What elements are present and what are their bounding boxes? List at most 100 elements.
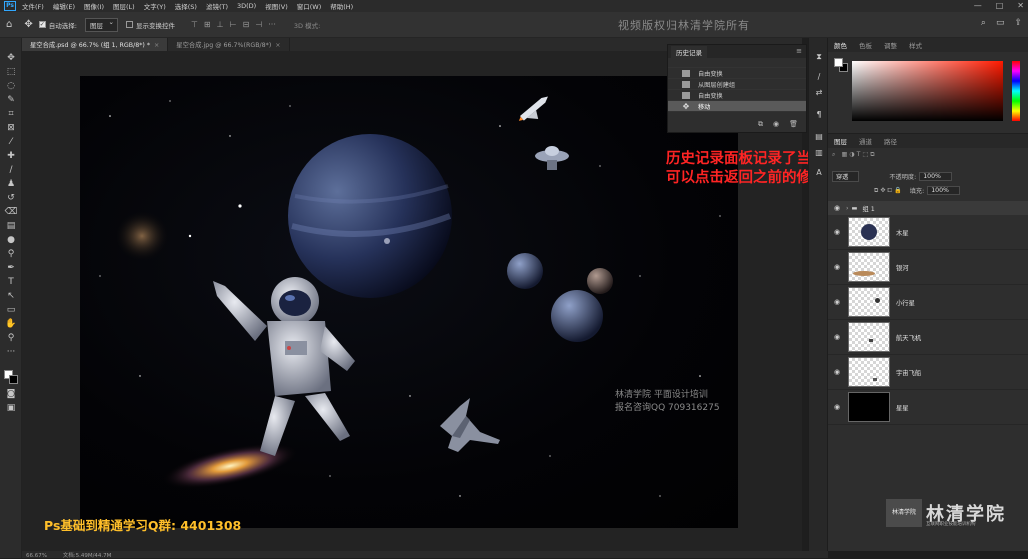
align-hcenter-icon[interactable]: ⊟ — [243, 20, 250, 29]
tab-jpg[interactable]: 星空合成.jpg @ 66.7%(RGB/8*) × — [168, 38, 290, 51]
menu-select[interactable]: 选择(S) — [175, 1, 197, 11]
align-right-icon[interactable]: ⊣ — [255, 20, 262, 29]
history-panel-icon[interactable]: ⧗ — [814, 52, 824, 62]
menu-help[interactable]: 帮助(H) — [330, 1, 353, 11]
type-tool-icon[interactable]: T — [4, 276, 18, 288]
pen-tool-icon[interactable]: ✒ — [4, 262, 18, 274]
fill-field[interactable]: 100% — [927, 186, 960, 195]
tab-color[interactable]: 颜色 — [828, 40, 853, 50]
tab-adjustments[interactable]: 调整 — [878, 40, 903, 50]
visibility-eye-icon[interactable]: ◉ — [832, 333, 842, 341]
home-icon[interactable]: ⌂ — [6, 19, 12, 30]
filter-kind-icon[interactable]: ⌕ — [832, 151, 835, 159]
layer-group-row[interactable]: ◉ › ▬ 组 1 — [828, 201, 1028, 215]
history-row-selected[interactable]: ✥ 移动 — [668, 101, 806, 112]
screen-mode-icon[interactable]: ▣ — [4, 402, 18, 414]
tab-psd[interactable]: 星空合成.psd @ 66.7% (组 1, RGB/8*) * × — [22, 38, 169, 51]
filter-icons[interactable]: ▦ ◑ T ⬚ ⧉ — [841, 151, 874, 159]
layer-row[interactable]: ◉ 宇宙飞船 — [828, 355, 1028, 390]
layer-row[interactable]: ◉ 木星 — [828, 215, 1028, 250]
close-button[interactable]: ✕ — [1017, 1, 1024, 10]
visibility-eye-icon[interactable]: ◉ — [832, 263, 842, 271]
menu-edit[interactable]: 编辑(E) — [53, 1, 75, 11]
background-color-swatch[interactable] — [9, 375, 18, 384]
layer-row[interactable]: ◉ 小行星 — [828, 285, 1028, 320]
brush-tool-icon[interactable]: ∕ — [4, 164, 18, 176]
maximize-button[interactable]: □ — [996, 1, 1004, 10]
visibility-eye-icon[interactable]: ◉ — [832, 403, 842, 411]
tab-styles[interactable]: 样式 — [903, 40, 928, 50]
visibility-eye-icon[interactable]: ◉ — [832, 228, 842, 236]
history-row[interactable]: 自由变换 — [668, 68, 806, 79]
layer-row[interactable]: ◉ 航天飞机 — [828, 320, 1028, 355]
chevron-right-icon[interactable]: › — [846, 205, 849, 212]
zoom-readout[interactable]: 66.67% — [26, 553, 47, 559]
history-row[interactable]: 自由变换 — [668, 90, 806, 101]
snapshot-camera-icon[interactable]: ◉ — [773, 120, 779, 129]
history-row-partial[interactable] — [668, 58, 806, 68]
new-document-from-state-icon[interactable]: ⧉ — [758, 120, 763, 129]
close-icon[interactable]: × — [154, 42, 159, 49]
more-options-icon[interactable]: ··· — [268, 20, 276, 29]
gradient-tool-icon[interactable]: ▤ — [4, 220, 18, 232]
character-icon[interactable]: A — [814, 168, 824, 178]
fg-bg-swatches[interactable] — [834, 58, 848, 72]
foreground-swatch[interactable] — [834, 58, 843, 67]
hue-slider[interactable] — [1012, 61, 1020, 121]
color-field[interactable] — [852, 61, 1003, 121]
blur-tool-icon[interactable]: ● — [4, 234, 18, 246]
quick-mask-icon[interactable]: ◙ — [4, 388, 18, 400]
workspace-icon[interactable]: ▭ — [996, 18, 1005, 28]
show-transform-checkbox[interactable]: 显示变换控件 — [125, 20, 175, 30]
menu-view[interactable]: 视图(V) — [265, 1, 288, 11]
crop-tool-icon[interactable]: ⌗ — [4, 108, 18, 120]
align-bottom-icon[interactable]: ⊥ — [217, 20, 224, 29]
tab-channels[interactable]: 通道 — [853, 136, 878, 146]
paragraph-icon[interactable]: ¶ — [814, 110, 824, 120]
frame-tool-icon[interactable]: ⊠ — [4, 122, 18, 134]
auto-select-dropdown[interactable]: 图层 — [84, 17, 118, 32]
menu-image[interactable]: 图像(I) — [84, 1, 104, 11]
layer-row[interactable]: ◉ 星星 — [828, 390, 1028, 425]
path-select-tool-icon[interactable]: ↖ — [4, 290, 18, 302]
zoom-tool-icon[interactable]: ⚲ — [4, 332, 18, 344]
blend-mode-dropdown[interactable]: 穿透 — [832, 171, 860, 182]
lock-icons[interactable]: ⧉ ✥ ⧠ 🔒 — [874, 186, 902, 195]
visibility-eye-icon[interactable]: ◉ — [832, 298, 842, 306]
libraries-icon[interactable]: ▥ — [814, 148, 824, 158]
close-icon[interactable]: × — [275, 42, 280, 49]
align-left-icon[interactable]: ⊢ — [230, 20, 237, 29]
history-row[interactable]: 从图层创建组 — [668, 79, 806, 90]
panel-menu-icon[interactable]: ≡ — [796, 47, 802, 55]
tab-paths[interactable]: 路径 — [878, 136, 903, 146]
menu-layer[interactable]: 图层(L) — [113, 1, 135, 11]
shape-tool-icon[interactable]: ▭ — [4, 304, 18, 316]
edit-toolbar-icon[interactable]: ··· — [4, 346, 18, 358]
marquee-tool-icon[interactable]: ⬚ — [4, 66, 18, 78]
history-panel-title[interactable]: 历史记录 — [671, 45, 707, 58]
healing-tool-icon[interactable]: ✚ — [4, 150, 18, 162]
move-tool-icon[interactable]: ✥ — [4, 52, 18, 64]
menu-file[interactable]: 文件(F) — [22, 1, 44, 11]
hand-tool-icon[interactable]: ✋ — [4, 318, 18, 330]
stamp-tool-icon[interactable]: ♟ — [4, 178, 18, 190]
properties-icon[interactable]: ▤ — [814, 132, 824, 142]
share-icon[interactable]: ⇪ — [1014, 18, 1022, 28]
menu-window[interactable]: 窗口(W) — [297, 1, 322, 11]
opacity-field[interactable]: 100% — [919, 172, 952, 181]
menu-type[interactable]: 文字(Y) — [144, 1, 166, 11]
quick-select-tool-icon[interactable]: ✎ — [4, 94, 18, 106]
tab-layers[interactable]: 图层 — [828, 136, 853, 146]
dodge-tool-icon[interactable]: ⚲ — [4, 248, 18, 260]
eraser-tool-icon[interactable]: ⌫ — [4, 206, 18, 218]
tab-swatches[interactable]: 色板 — [853, 40, 878, 50]
adjustments-icon[interactable]: ⇄ — [814, 88, 824, 98]
align-vcenter-icon[interactable]: ⊞ — [204, 20, 211, 29]
document-canvas[interactable] — [80, 76, 738, 528]
search-icon[interactable]: ⌕ — [981, 18, 986, 28]
visibility-eye-icon[interactable]: ◉ — [832, 368, 842, 376]
menu-3d[interactable]: 3D(D) — [237, 2, 256, 10]
move-tool-icon[interactable]: ✥ — [24, 19, 32, 30]
lasso-tool-icon[interactable]: ◌ — [4, 80, 18, 92]
eyedropper-tool-icon[interactable]: ⁄ — [4, 136, 18, 148]
